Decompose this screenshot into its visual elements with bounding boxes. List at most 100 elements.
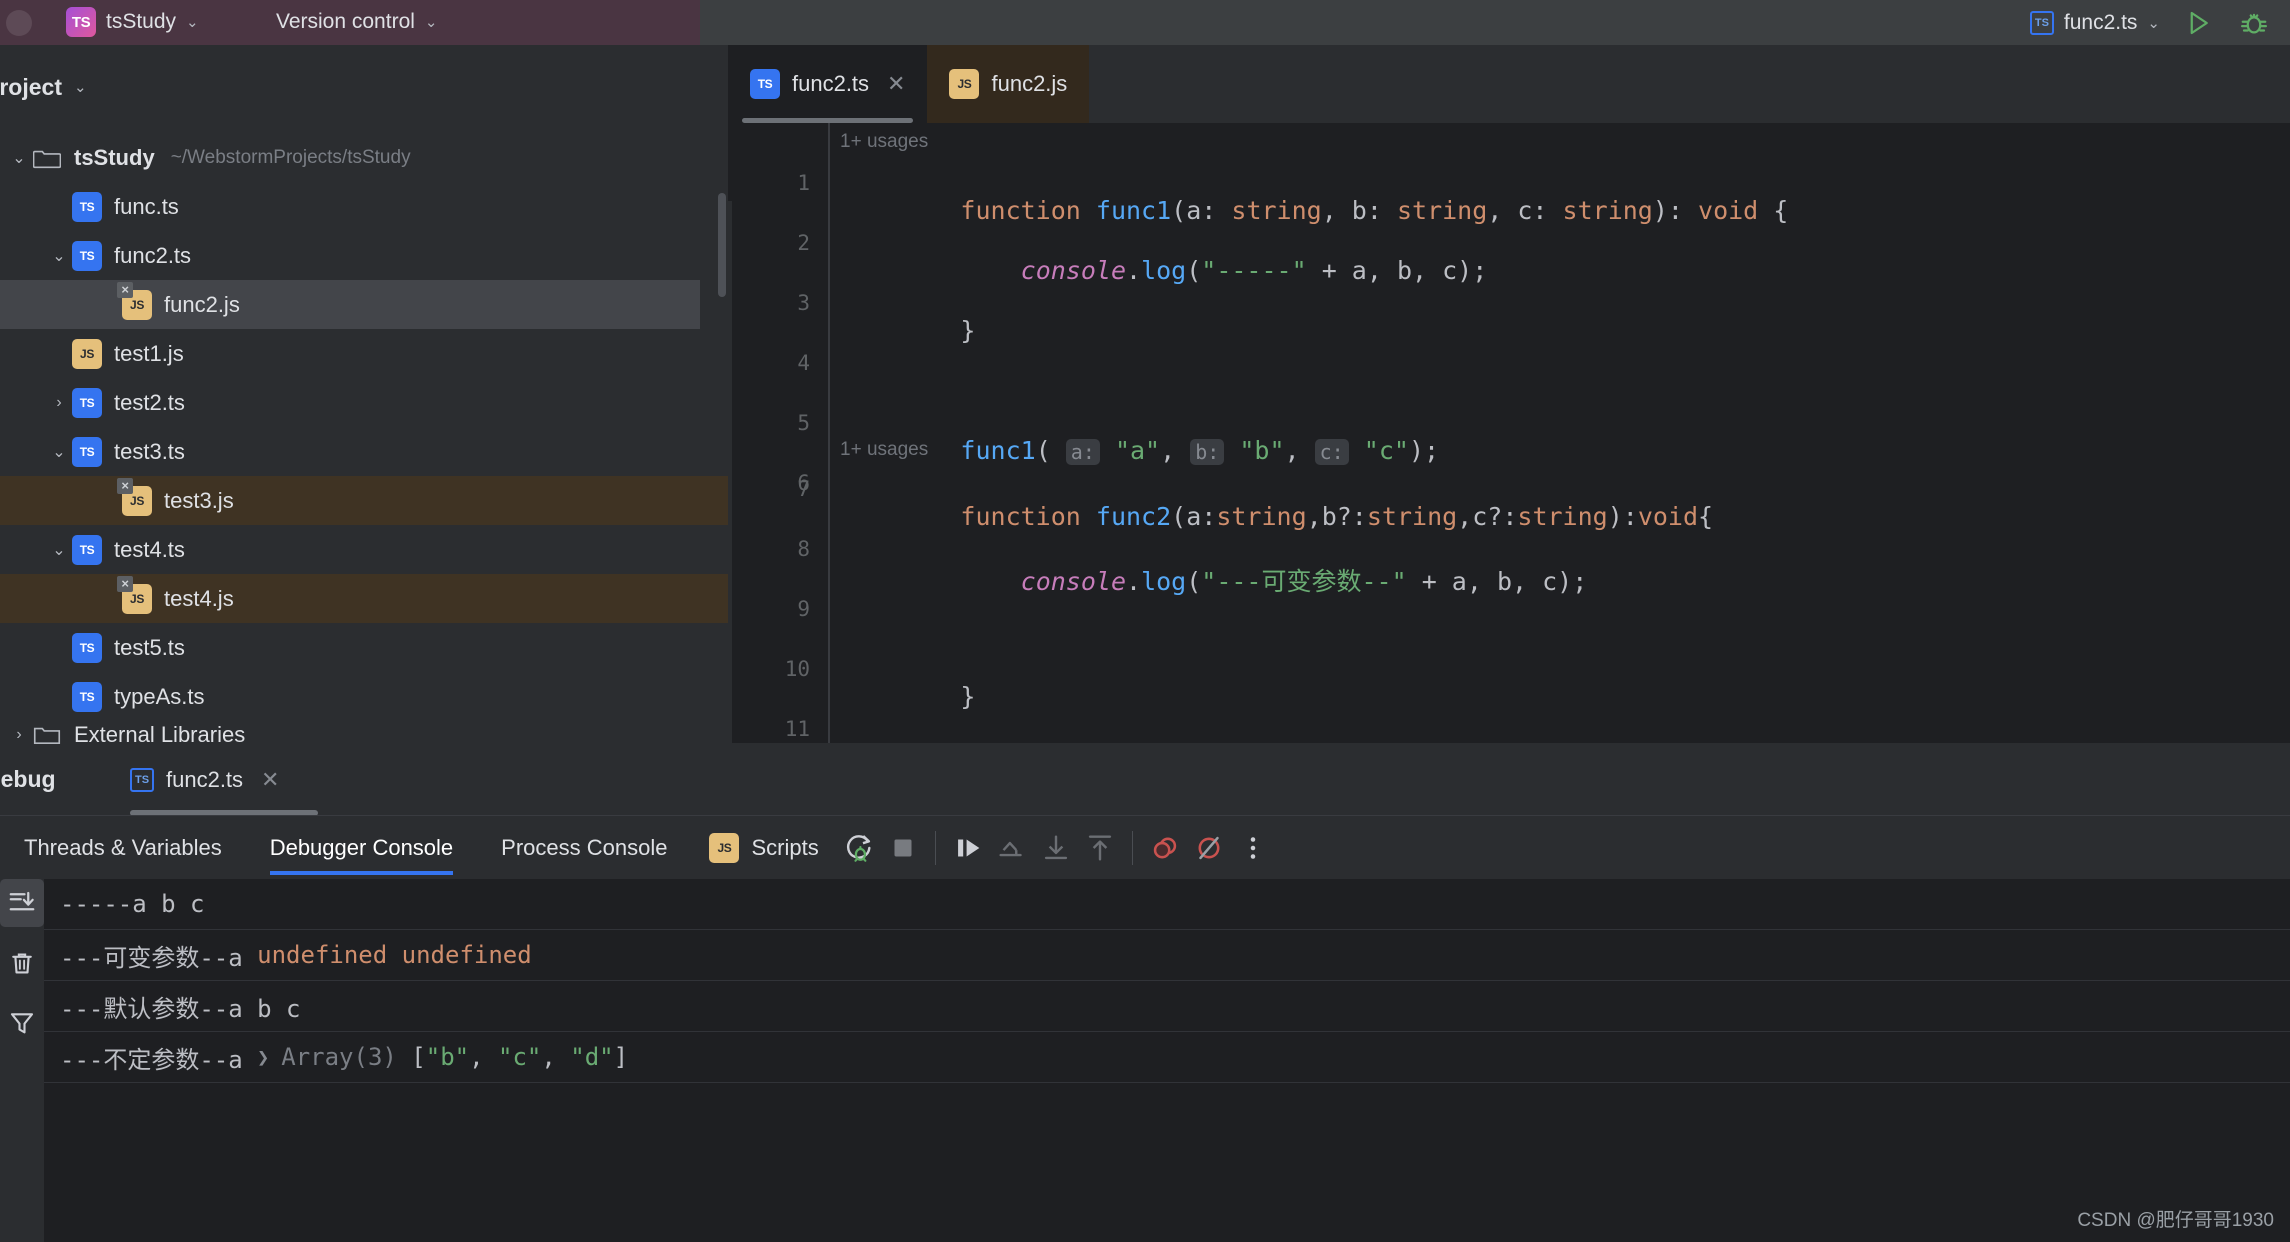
chevron-right-icon[interactable]: › bbox=[46, 394, 72, 412]
function-name-func2: func2 bbox=[1095, 502, 1172, 531]
tree-item-label: typeAs.ts bbox=[114, 683, 205, 709]
editor-tab-func2-ts[interactable]: TS func2.ts ✕ bbox=[728, 45, 928, 123]
tree-item-test4-js[interactable]: JS test4.js bbox=[0, 574, 728, 623]
usages-hint-func1[interactable]: 1+ usages bbox=[840, 131, 928, 153]
library-folder-icon bbox=[32, 722, 62, 745]
tree-item-test3-ts[interactable]: ⌄ TS test3.ts bbox=[0, 427, 728, 476]
tree-item-test1-js[interactable]: JS test1.js bbox=[0, 329, 728, 378]
code-line-10: } bbox=[840, 653, 975, 740]
tree-item-test5-ts[interactable]: TS test5.ts bbox=[0, 623, 728, 672]
console-text-plain: ] bbox=[613, 1043, 629, 1071]
editor-tab-label: func2.ts bbox=[792, 71, 870, 96]
chevron-right-icon[interactable]: › bbox=[6, 726, 32, 744]
tree-item-test4-ts[interactable]: ⌄ TS test4.ts bbox=[0, 525, 728, 574]
tree-item-typeAs-ts[interactable]: TS typeAs.ts bbox=[0, 672, 728, 721]
type-void: void bbox=[1698, 196, 1759, 225]
debug-session-tab[interactable]: TS func2.ts ✕ bbox=[130, 757, 279, 803]
line-number-3: 3 bbox=[797, 291, 810, 315]
close-icon[interactable]: ✕ bbox=[887, 71, 905, 97]
code-text: { bbox=[1698, 502, 1714, 531]
javascript-file-icon: JS bbox=[72, 338, 102, 369]
more-options-icon bbox=[1250, 837, 1256, 859]
line-number-7: 7 bbox=[797, 477, 810, 501]
console-text-plain: ---默认参数--a b c bbox=[60, 994, 301, 1023]
debug-header-divider bbox=[0, 815, 2290, 816]
js-badge-icon: JS bbox=[709, 833, 740, 863]
tree-item-test3-js[interactable]: JS test3.js bbox=[0, 476, 728, 525]
filter-icon bbox=[10, 1013, 34, 1034]
arg-a: "a" bbox=[1099, 436, 1161, 465]
typescript-file-icon: TS bbox=[72, 240, 102, 271]
step-out-button[interactable] bbox=[1078, 826, 1122, 870]
code-text: (a: bbox=[1171, 196, 1232, 225]
type-void: void bbox=[1637, 502, 1699, 531]
debug-tab-debugger-console[interactable]: Debugger Console bbox=[246, 835, 477, 875]
step-over-button[interactable] bbox=[990, 826, 1034, 870]
sidebar-scrollbar[interactable] bbox=[718, 193, 726, 297]
mute-breakpoints-icon bbox=[1198, 836, 1220, 860]
tree-item-func2-ts[interactable]: ⌄ TS func2.ts bbox=[0, 231, 728, 280]
chevron-down-icon[interactable]: ⌄ bbox=[46, 540, 72, 560]
debug-tab-process-console[interactable]: Process Console bbox=[477, 835, 691, 861]
code-text: ): bbox=[1607, 502, 1638, 531]
console-text-string: "b" bbox=[425, 1043, 470, 1071]
console-line: ---可变参数--a undefined undefined bbox=[44, 930, 2290, 981]
rerun-debug-button[interactable] bbox=[837, 826, 881, 870]
more-options-button[interactable] bbox=[1231, 826, 1275, 870]
scroll-to-end-icon bbox=[9, 891, 35, 911]
console-text-plain: [ bbox=[411, 1043, 426, 1071]
chevron-down-icon[interactable]: ⌄ bbox=[6, 148, 32, 168]
run-config-name: func2.ts bbox=[2063, 11, 2138, 34]
code-editor[interactable]: 1 2 3 4 5 6 7 8 9 10 11 1+ usages function func1(a… bbox=[728, 123, 2290, 823]
string-literal: "-----" bbox=[1201, 256, 1307, 285]
editor-tab-func2-js[interactable]: JS func2.js bbox=[927, 45, 1090, 123]
debug-button[interactable] bbox=[2236, 5, 2272, 41]
toolbar-separator bbox=[1131, 831, 1133, 865]
debug-tab-threads[interactable]: Threads & Variables bbox=[0, 835, 246, 861]
tree-item-func-ts[interactable]: TS func.ts bbox=[0, 182, 728, 231]
debug-tab-scripts[interactable]: JS Scripts bbox=[691, 833, 836, 863]
filter-button[interactable] bbox=[0, 999, 44, 1047]
param-hint-a[interactable]: a: bbox=[1065, 439, 1100, 465]
mute-breakpoints-button[interactable] bbox=[1187, 826, 1231, 870]
project-name-label: tsStudy bbox=[106, 10, 177, 33]
avatar[interactable] bbox=[6, 10, 32, 36]
code-text: { bbox=[1758, 196, 1789, 225]
param-hint-c[interactable]: c: bbox=[1314, 439, 1349, 465]
scroll-to-end-button[interactable] bbox=[0, 879, 44, 927]
debug-tab-debugger-console-label: Debugger Console bbox=[269, 835, 454, 860]
run-configuration-selector[interactable]: TS func2.ts ⌄ bbox=[2029, 11, 2160, 35]
gutter-divider bbox=[828, 123, 830, 745]
watermark: CSDN @肥仔哥哥1930 bbox=[2077, 1210, 2274, 1231]
tree-item-test2-ts[interactable]: › TS test2.ts bbox=[0, 378, 728, 427]
code-text: , b: bbox=[1321, 196, 1397, 225]
debug-toolbar: Threads & Variables Debugger Console Pro… bbox=[0, 817, 2290, 879]
project-selector[interactable]: TS tsStudy ⌄ bbox=[66, 7, 199, 37]
console-text-arrow: ❯ bbox=[257, 1045, 282, 1069]
step-into-button[interactable] bbox=[1034, 826, 1078, 870]
tree-item-tsStudy[interactable]: ⌄ tsStudy ~/WebstormProjects/tsStudy bbox=[0, 133, 728, 182]
clear-all-button[interactable] bbox=[0, 939, 44, 987]
code-text: ,b?: bbox=[1306, 502, 1367, 531]
code-text: ): bbox=[1652, 196, 1699, 225]
resume-program-button[interactable] bbox=[946, 826, 990, 870]
close-icon[interactable]: ✕ bbox=[261, 767, 279, 793]
usages-hint-func2[interactable]: 1+ usages bbox=[840, 439, 928, 461]
view-breakpoints-button[interactable] bbox=[1143, 826, 1187, 870]
line-number-1: 1 bbox=[797, 171, 810, 195]
trash-icon bbox=[12, 953, 32, 974]
param-hint-b[interactable]: b: bbox=[1190, 439, 1225, 465]
project-tool-window-header[interactable]: Project ⌄ bbox=[0, 67, 87, 107]
tree-item-func2-js[interactable]: JS func2.js bbox=[0, 280, 700, 329]
debugger-console-output[interactable]: -----a b c ---可变参数--a undefined undefined… bbox=[44, 879, 2290, 1242]
console-text-string: "d" bbox=[570, 1043, 614, 1071]
version-control-selector[interactable]: Version control ⌄ bbox=[276, 10, 438, 34]
chevron-down-icon[interactable]: ⌄ bbox=[46, 246, 72, 266]
stop-button[interactable] bbox=[881, 826, 925, 870]
chevron-down-icon[interactable]: ⌄ bbox=[46, 442, 72, 462]
tree-item-External Libraries[interactable]: › External Libraries bbox=[0, 721, 728, 745]
run-button[interactable] bbox=[2180, 5, 2216, 41]
keyword-function: function bbox=[960, 502, 1081, 531]
paren: ( bbox=[1035, 436, 1066, 465]
console-line: ---默认参数--a b c bbox=[44, 981, 2290, 1032]
